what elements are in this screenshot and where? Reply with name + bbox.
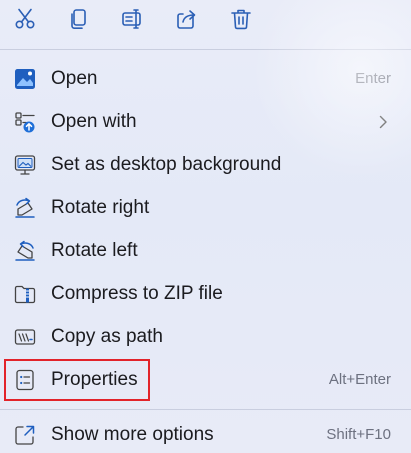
delete-button[interactable]	[226, 4, 256, 34]
menu-item-rotate-left[interactable]: Rotate left	[5, 231, 405, 271]
menu-item-label: Compress to ZIP file	[51, 283, 223, 304]
zip-icon	[14, 283, 36, 305]
menu-item-label: Show more options	[51, 424, 214, 445]
menu-item-open[interactable]: Open Enter	[5, 59, 405, 99]
rotate-right-icon	[14, 197, 36, 219]
desktop-background-icon	[14, 154, 36, 176]
show-more-icon	[14, 424, 36, 446]
copy-path-icon	[14, 326, 36, 348]
menu-item-copy-as-path[interactable]: Copy as path	[5, 317, 405, 357]
context-menu: Open Enter Open with Set as desktop back…	[0, 0, 411, 453]
context-menu-toolbar	[0, 0, 411, 44]
menu-item-label: Rotate right	[51, 197, 150, 218]
copy-icon	[71, 9, 86, 29]
rotate-left-icon	[14, 240, 36, 262]
menu-separator	[0, 409, 411, 410]
menu-item-set-desktop-background[interactable]: Set as desktop background	[5, 145, 405, 185]
rename-icon	[122, 9, 141, 29]
trash-icon	[231, 9, 251, 30]
rename-button[interactable]	[118, 4, 148, 34]
menu-item-label: Rotate left	[51, 240, 138, 261]
menu-item-show-more-options[interactable]: Show more options Shift+F10	[5, 415, 405, 453]
menu-item-label: Set as desktop background	[51, 154, 282, 175]
menu-item-shortcut: Enter	[355, 70, 391, 87]
menu-item-label: Copy as path	[51, 326, 163, 347]
menu-item-rotate-right[interactable]: Rotate right	[5, 188, 405, 228]
properties-highlight-box	[4, 359, 150, 401]
menu-item-label: Open with	[51, 111, 137, 132]
menu-item-shortcut: Alt+Enter	[328, 371, 391, 388]
image-app-icon	[14, 68, 36, 90]
copy-button[interactable]	[64, 4, 94, 34]
share-button[interactable]	[172, 4, 202, 34]
toolbar-separator	[0, 49, 411, 50]
open-with-icon	[14, 111, 36, 133]
menu-item-shortcut: Shift+F10	[326, 426, 391, 443]
menu-item-label: Open	[51, 68, 98, 89]
menu-item-compress-zip[interactable]: Compress to ZIP file	[5, 274, 405, 314]
scissors-icon	[15, 8, 35, 29]
share-icon	[177, 10, 196, 29]
cut-button[interactable]	[10, 4, 40, 34]
chevron-right-icon	[375, 114, 391, 130]
menu-item-open-with[interactable]: Open with	[5, 102, 405, 142]
